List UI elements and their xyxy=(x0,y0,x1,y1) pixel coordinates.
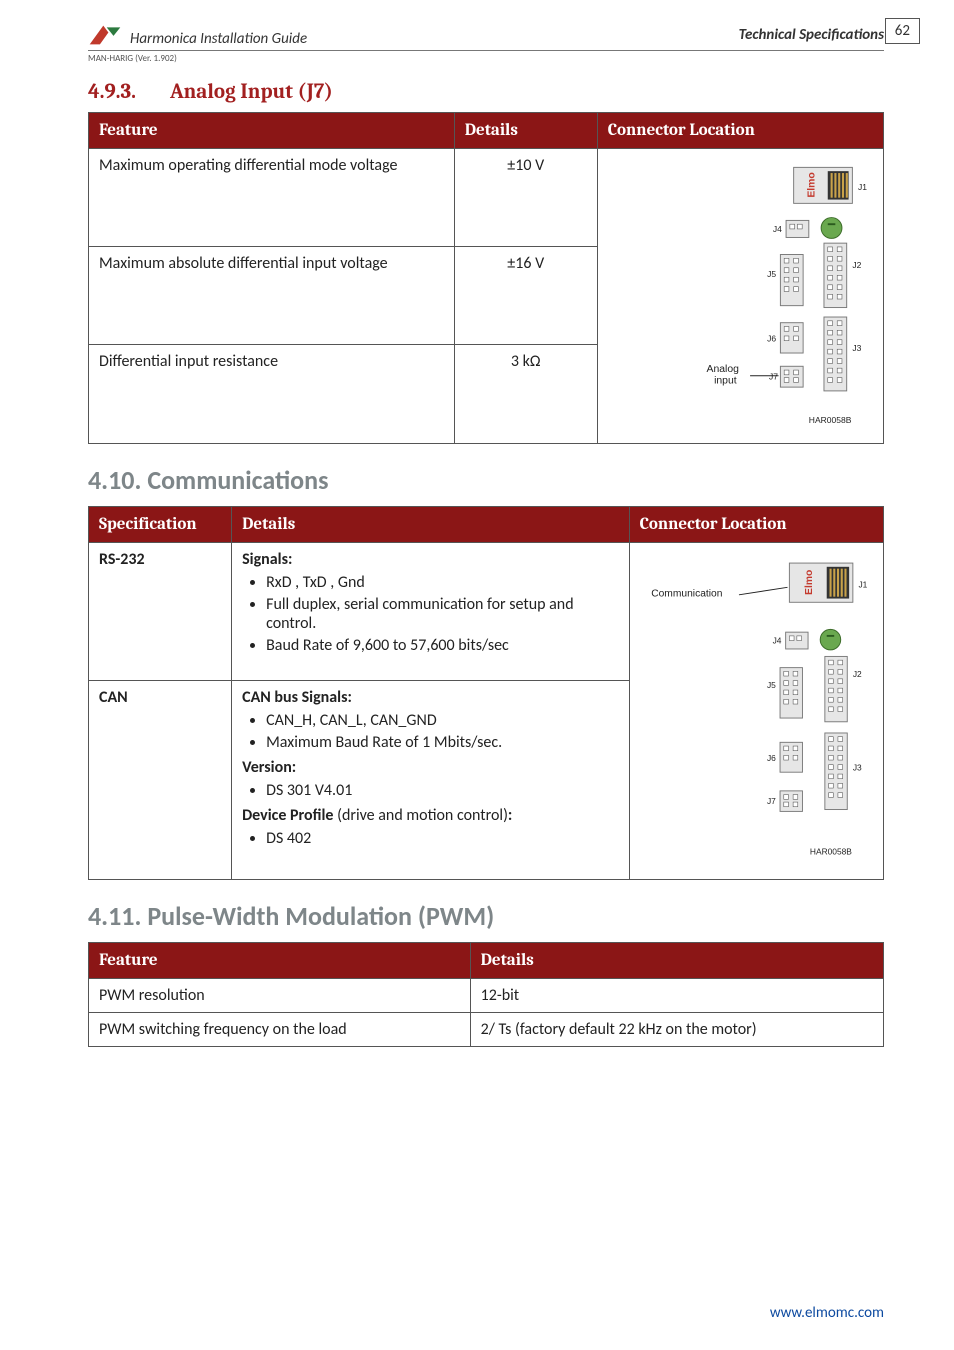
can-sig-bullet: Maximum Baud Rate of 1 Mbits/sec. xyxy=(266,733,619,752)
svg-text:J7: J7 xyxy=(767,796,776,806)
rs232-bullet: RxD , TxD , Gnd xyxy=(266,573,619,592)
feature-cell: Differential input resistance xyxy=(89,345,455,443)
can-name: CAN xyxy=(89,681,232,880)
analog-input-table: Feature Details Connector Location Maxim… xyxy=(88,112,884,444)
col-feature: Feature xyxy=(89,113,455,149)
page-header: Harmonica Installation Guide Technical S… xyxy=(88,22,884,51)
communications-table: Specification Details Connector Location… xyxy=(88,506,884,880)
col-details: Details xyxy=(232,506,630,542)
svg-text:HAR0058B: HAR0058B xyxy=(810,846,852,856)
svg-text:J5: J5 xyxy=(767,269,776,279)
svg-text:J5: J5 xyxy=(767,680,776,690)
svg-text:J7: J7 xyxy=(769,372,778,382)
feature-cell: Maximum operating differential mode volt… xyxy=(89,149,455,247)
svg-text:J6: J6 xyxy=(767,753,776,763)
svg-text:J3: J3 xyxy=(852,343,861,353)
elmo-text: Elmo xyxy=(806,172,817,197)
analog-input-annot1: Analog xyxy=(706,364,739,375)
rs232-name: RS-232 xyxy=(89,542,232,680)
can-sig-bullet: CAN_H, CAN_L, CAN_GND xyxy=(266,711,619,730)
connector-diagram-comm: Elmo J1 Communication J4 xyxy=(640,550,873,867)
pwm-table: Feature Details PWM resolution 12-bit PW… xyxy=(88,942,884,1047)
footer-link[interactable]: www.elmomc.com xyxy=(770,1304,884,1322)
analog-input-annot2: input xyxy=(714,375,737,386)
svg-text:J3: J3 xyxy=(852,762,861,772)
tech-spec-label: Technical Specifications xyxy=(739,26,884,44)
doc-version: MAN-HARIG (Ver. 1.902) xyxy=(88,53,884,64)
connector-diagram-analog: Elmo J1 J4 xyxy=(608,156,873,431)
details-cell: ±10 V xyxy=(454,149,597,247)
col-connloc: Connector Location xyxy=(597,113,883,149)
can-version-bullet: DS 301 V4.01 xyxy=(266,781,619,800)
svg-text:Communication: Communication xyxy=(651,588,723,599)
page-number: 62 xyxy=(885,18,920,44)
details-cell: ±16 V xyxy=(454,247,597,345)
svg-text:J4: J4 xyxy=(772,635,781,645)
pwm-feature: PWM resolution xyxy=(89,979,471,1013)
svg-text:J1: J1 xyxy=(858,182,867,192)
svg-text:J6: J6 xyxy=(767,334,776,344)
col-details: Details xyxy=(470,943,883,979)
svg-text:HAR0058B: HAR0058B xyxy=(809,415,852,425)
rs232-bullet: Full duplex, serial communication for se… xyxy=(266,595,619,633)
col-details: Details xyxy=(454,113,597,149)
connector-diagram-cell: Elmo J1 J4 xyxy=(597,149,883,444)
details-cell: 3 kΩ xyxy=(454,345,597,443)
device-profile-label: Device Profile (drive and motion control… xyxy=(242,806,619,825)
col-spec: Specification xyxy=(89,506,232,542)
svg-text:Elmo: Elmo xyxy=(803,569,814,594)
elmo-logo-icon xyxy=(88,22,122,48)
svg-text:J1: J1 xyxy=(858,579,867,589)
svg-text:J4: J4 xyxy=(773,224,782,234)
svg-text:J2: J2 xyxy=(852,669,861,679)
guide-title: Harmonica Installation Guide xyxy=(130,30,307,48)
pwm-details: 12-bit xyxy=(470,979,883,1013)
can-details: CAN bus Signals: CAN_H, CAN_L, CAN_GND M… xyxy=(232,681,630,880)
section-411-heading: 4.11. Pulse-Width Modulation (PWM) xyxy=(88,900,884,932)
pwm-details: 2/ Ts (factory default 22 kHz on the mot… xyxy=(470,1013,883,1047)
connector-diagram-cell: Elmo J1 Communication J4 xyxy=(629,542,883,879)
feature-cell: Maximum absolute differential input volt… xyxy=(89,247,455,345)
can-profile-bullet: DS 402 xyxy=(266,829,619,848)
section-493-heading: 4.9.3.Analog Input (J7) xyxy=(88,80,884,104)
col-connloc: Connector Location xyxy=(629,506,883,542)
col-feature: Feature xyxy=(89,943,471,979)
svg-text:J2: J2 xyxy=(852,260,861,270)
section-410-heading: 4.10. Communications xyxy=(88,464,884,496)
rs232-bullet: Baud Rate of 9,600 to 57,600 bits/sec xyxy=(266,636,619,655)
rs232-details: Signals: RxD , TxD , Gnd Full duplex, se… xyxy=(232,542,630,680)
pwm-feature: PWM switching frequency on the load xyxy=(89,1013,471,1047)
